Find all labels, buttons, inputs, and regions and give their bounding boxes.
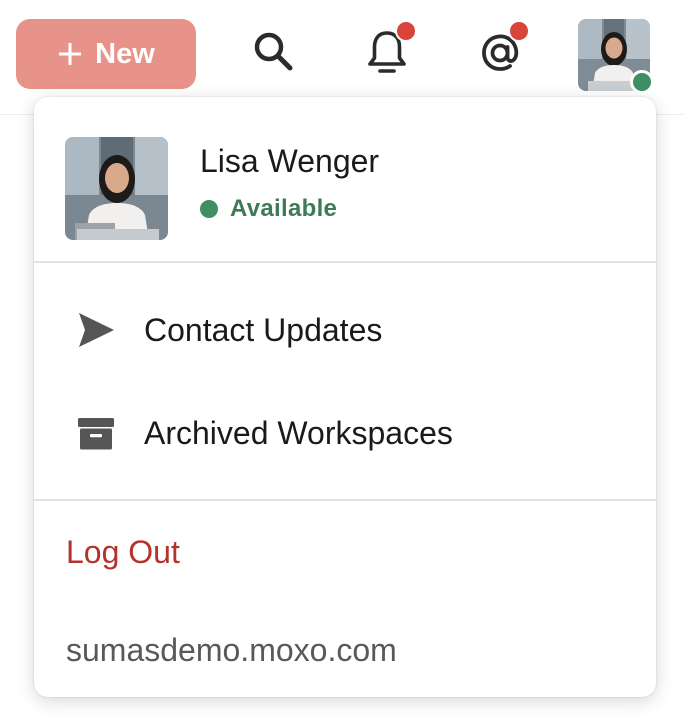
new-button[interactable]: New [16,19,196,89]
status-dot [200,200,218,218]
send-icon [74,308,118,352]
search-icon [250,28,298,81]
user-avatar-button[interactable] [578,19,654,94]
account-menu: Lisa Wenger Available Contact Updates Ar… [34,97,656,697]
menu-item-archived-workspaces[interactable]: Archived Workspaces [34,388,656,478]
profile-header: Lisa Wenger Available [34,97,656,262]
notification-badge-dot [395,20,417,42]
profile-name: Lisa Wenger [200,143,380,179]
presence-indicator [630,70,654,94]
search-button[interactable] [246,26,302,82]
plus-icon [57,41,83,67]
menu-item-contact-updates[interactable]: Contact Updates [34,285,656,375]
notifications-button[interactable] [359,20,417,82]
menu-item-label: Archived Workspaces [144,414,453,451]
page: New Lisa Wenger Available Contact Update… [0,0,684,722]
archive-box-icon [74,411,118,455]
menu-item-label: Contact Updates [144,311,383,348]
menu-divider [34,499,656,501]
profile-avatar [65,137,168,240]
logout-button[interactable]: Log Out [66,534,180,571]
mention-badge-dot [508,20,530,42]
menu-divider [34,261,656,263]
status-text: Available [230,195,338,222]
org-domain: sumasdemo.moxo.com [66,632,397,668]
status-row[interactable]: Available [200,195,337,223]
new-button-label: New [95,37,155,70]
mentions-button[interactable] [472,20,530,82]
